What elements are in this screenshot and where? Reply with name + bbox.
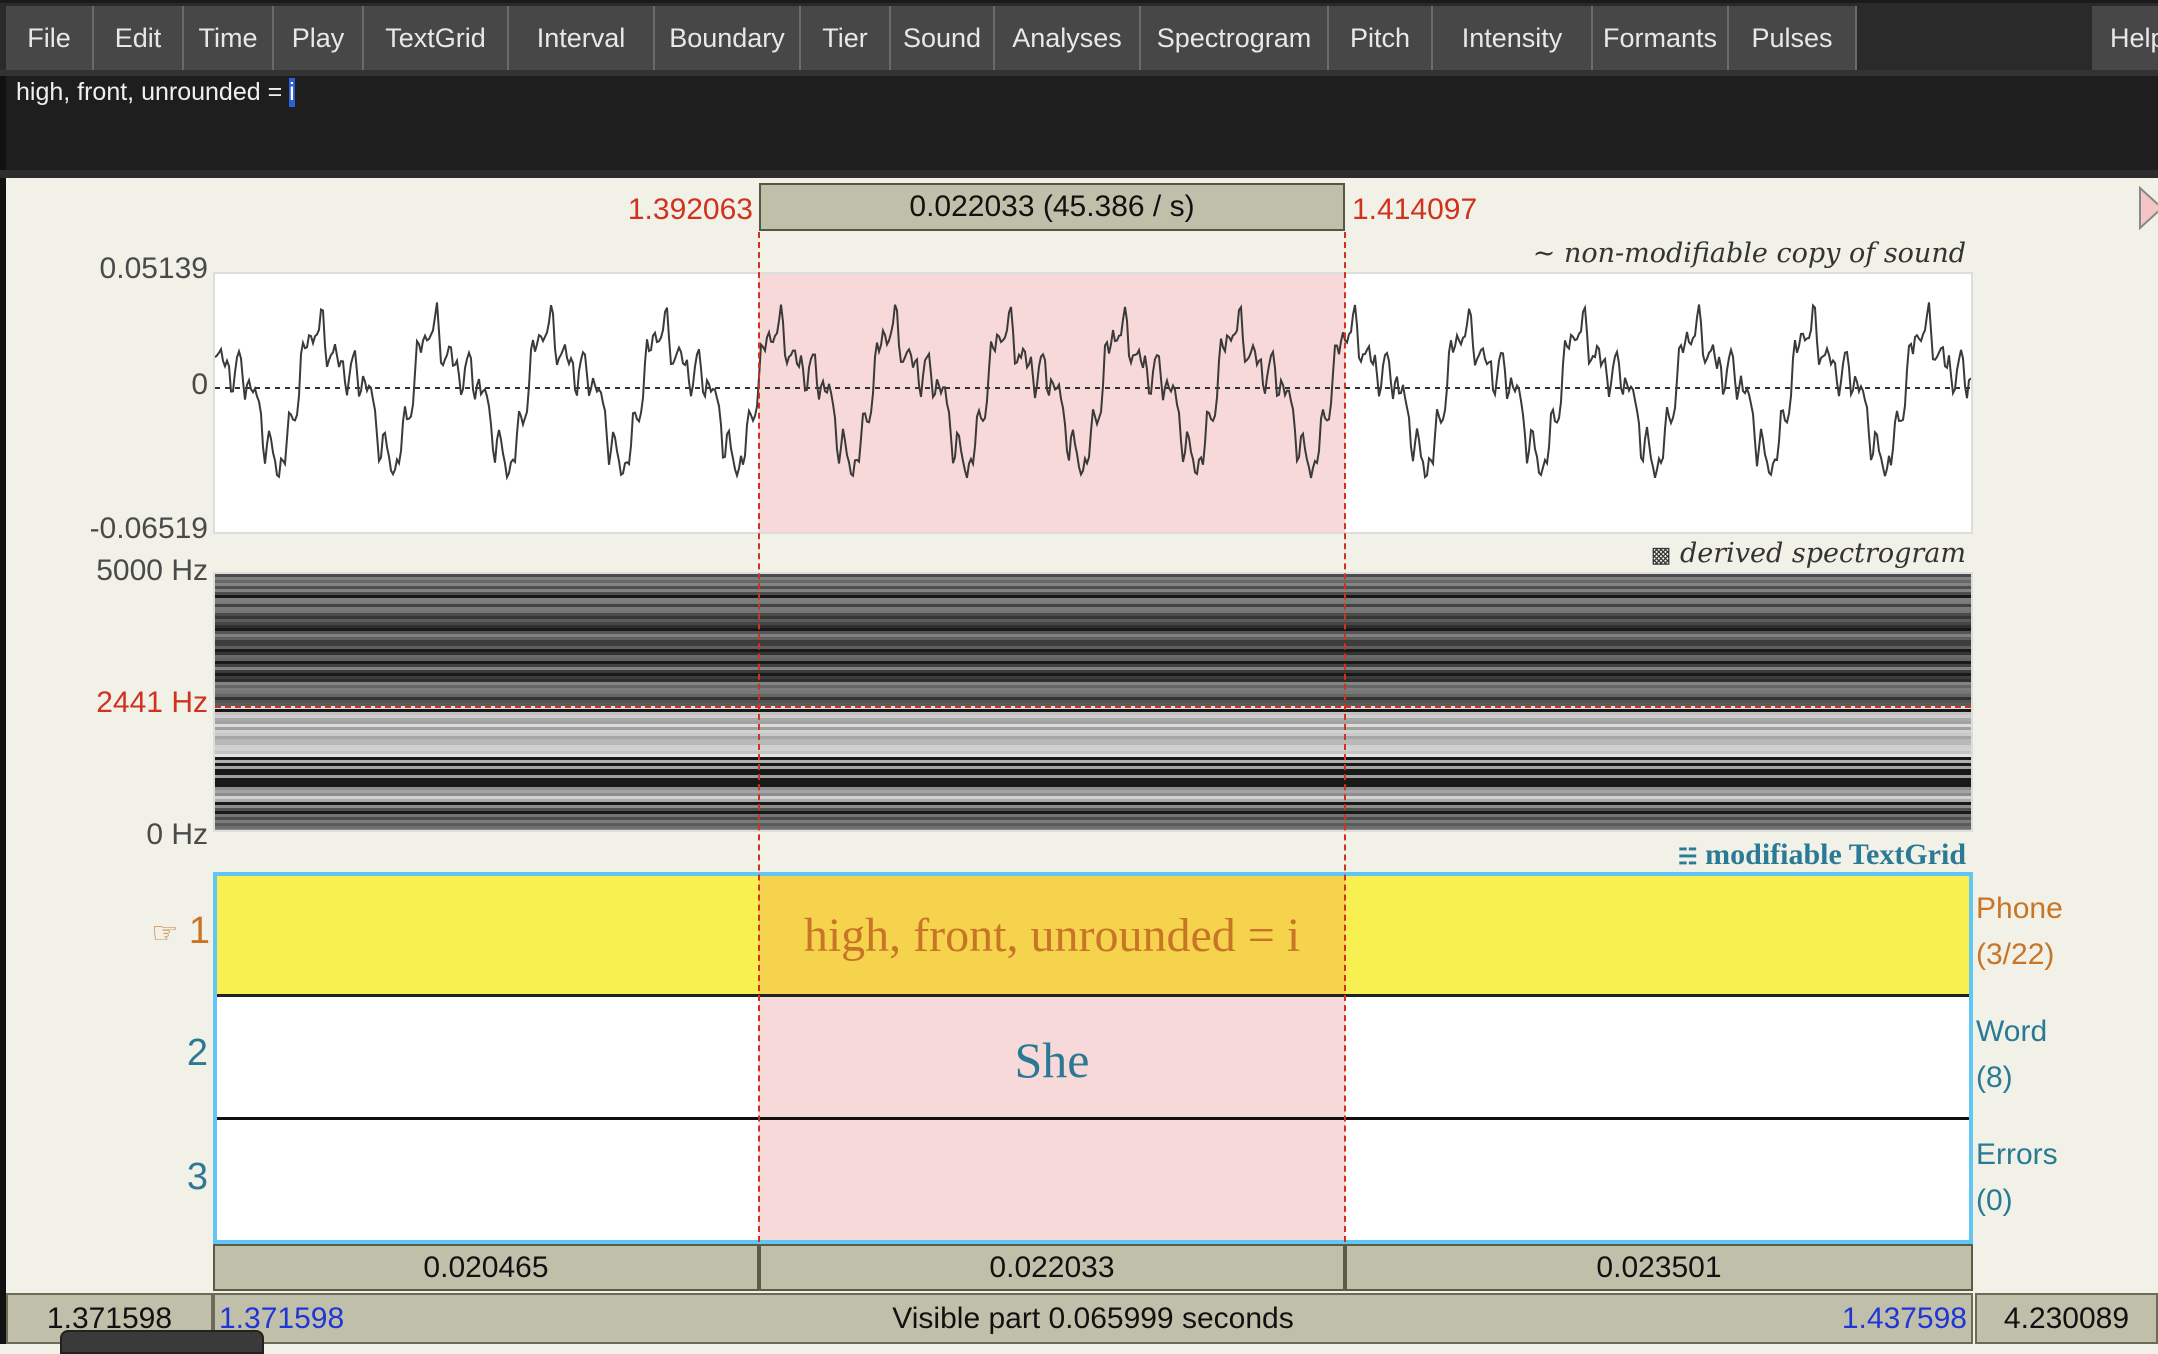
tier-2-number[interactable]: 2 (148, 1032, 208, 1075)
tier-errors[interactable] (217, 1120, 1969, 1240)
waveform-trace (215, 302, 1971, 481)
tier-1-number[interactable]: ☞ 1 (130, 910, 210, 953)
menu-interval[interactable]: Interval (509, 6, 655, 70)
tier-3-number[interactable]: 3 (148, 1156, 208, 1199)
waveform-panel[interactable] (213, 272, 1973, 534)
spectrogram-caption-text: derived spectrogram (1679, 538, 1966, 569)
tier-1-name: Phone (1976, 892, 2063, 925)
text-field-divider (0, 170, 2158, 178)
textgrid-icon: ☵ (1677, 844, 1698, 869)
tier-1-count: (3/22) (1976, 938, 2055, 971)
interval-text-input[interactable]: high, front, unrounded = i (6, 76, 2158, 170)
text-input-selection: i (289, 78, 295, 107)
tier-word[interactable]: She (217, 997, 1969, 1120)
visible-part-label: Visible part 0.065999 seconds (892, 1301, 1294, 1335)
selection-end-line[interactable] (1344, 232, 1346, 1242)
text-input-value: high, front, unrounded = (16, 78, 290, 106)
errors-selection-shade (759, 1120, 1345, 1240)
menu-pitch[interactable]: Pitch (1329, 6, 1433, 70)
spectrogram-image (215, 574, 1971, 830)
visible-end-time: 1.437598 (1841, 1301, 1967, 1335)
textgrid-panel[interactable]: high, front, unrounded = i She (213, 872, 1973, 1244)
menu-spectrogram[interactable]: Spectrogram (1141, 6, 1329, 70)
tier-1-number-text: 1 (188, 910, 210, 952)
menu-boundary[interactable]: Boundary (655, 6, 801, 70)
phone-interval-text: high, front, unrounded = i (803, 909, 1301, 962)
waveform-y-min: -0.06519 (89, 512, 208, 545)
horizontal-scrollbar-thumb[interactable] (60, 1330, 264, 1354)
selection-end-time: 1.414097 (1352, 193, 1478, 226)
textgrid-caption-text: modifiable TextGrid (1705, 838, 1966, 871)
menu-time[interactable]: Time (184, 6, 274, 70)
waveform-caption-text: non-modifiable copy of sound (1563, 238, 1966, 269)
play-triangle-icon[interactable] (2138, 186, 2158, 230)
menu-pulses[interactable]: Pulses (1729, 6, 1857, 70)
spectrogram-f-cursor: 2441 Hz (96, 686, 208, 719)
selection-duration-bar[interactable]: 0.022033 (45.386 / s) (759, 183, 1345, 231)
menu-analyses[interactable]: Analyses (995, 6, 1141, 70)
duration-left[interactable]: 0.020465 (213, 1244, 759, 1291)
waveform-plot (215, 302, 1971, 481)
waveform-y-max: 0.05139 (99, 252, 208, 285)
tier-1-label: Phone (3/22) (1976, 886, 2063, 978)
textgrid-caption: ☵ modifiable TextGrid (1400, 838, 1966, 872)
menu-tier[interactable]: Tier (801, 6, 891, 70)
spectrogram-icon: ▩ (1650, 543, 1672, 568)
menu-bar: File Edit Time Play TextGrid Interval Bo… (0, 0, 2158, 70)
menu-formants[interactable]: Formants (1593, 6, 1729, 70)
frequency-cursor-line (215, 706, 1971, 708)
menu-sound[interactable]: Sound (891, 6, 995, 70)
total-end-time[interactable]: 4.230089 (1975, 1293, 2158, 1344)
duration-selected[interactable]: 0.022033 (759, 1244, 1345, 1291)
selection-start-time: 1.392063 (627, 193, 753, 226)
menu-intensity[interactable]: Intensity (1433, 6, 1593, 70)
spectrogram-caption: ▩ derived spectrogram (1400, 538, 1966, 569)
tier-2-label: Word (8) (1976, 1009, 2047, 1101)
tier-phone[interactable]: high, front, unrounded = i (217, 876, 1969, 997)
pointing-hand-icon: ☞ (151, 917, 179, 950)
waveform-caption: ~ non-modifiable copy of sound (1400, 238, 1966, 269)
visible-part-bar[interactable]: 1.371598 Visible part 0.065999 seconds 1… (213, 1293, 1973, 1344)
menu-file[interactable]: File (6, 6, 94, 70)
duration-right[interactable]: 0.023501 (1345, 1244, 1973, 1291)
tilde-icon: ~ (1532, 238, 1556, 269)
spectrogram-panel[interactable] (213, 572, 1973, 832)
tier-2-name: Word (1976, 1015, 2048, 1048)
menu-play[interactable]: Play (274, 6, 364, 70)
menu-edit[interactable]: Edit (94, 6, 184, 70)
tier-3-count: (0) (1976, 1184, 2013, 1217)
spectrogram-f-min: 0 Hz (146, 818, 208, 851)
selection-start-line[interactable] (758, 232, 760, 1242)
menu-help[interactable]: Help (2092, 6, 2158, 70)
menu-textgrid[interactable]: TextGrid (364, 6, 509, 70)
tier-3-name: Errors (1976, 1138, 2058, 1171)
spectrogram-f-max: 5000 Hz (96, 554, 208, 587)
word-interval-text: She (1014, 1032, 1090, 1088)
tier-3-label: Errors (0) (1976, 1132, 2058, 1224)
window-left-edge (0, 0, 6, 1344)
waveform-y-zero: 0 (191, 368, 208, 401)
tier-2-count: (8) (1976, 1061, 2013, 1094)
